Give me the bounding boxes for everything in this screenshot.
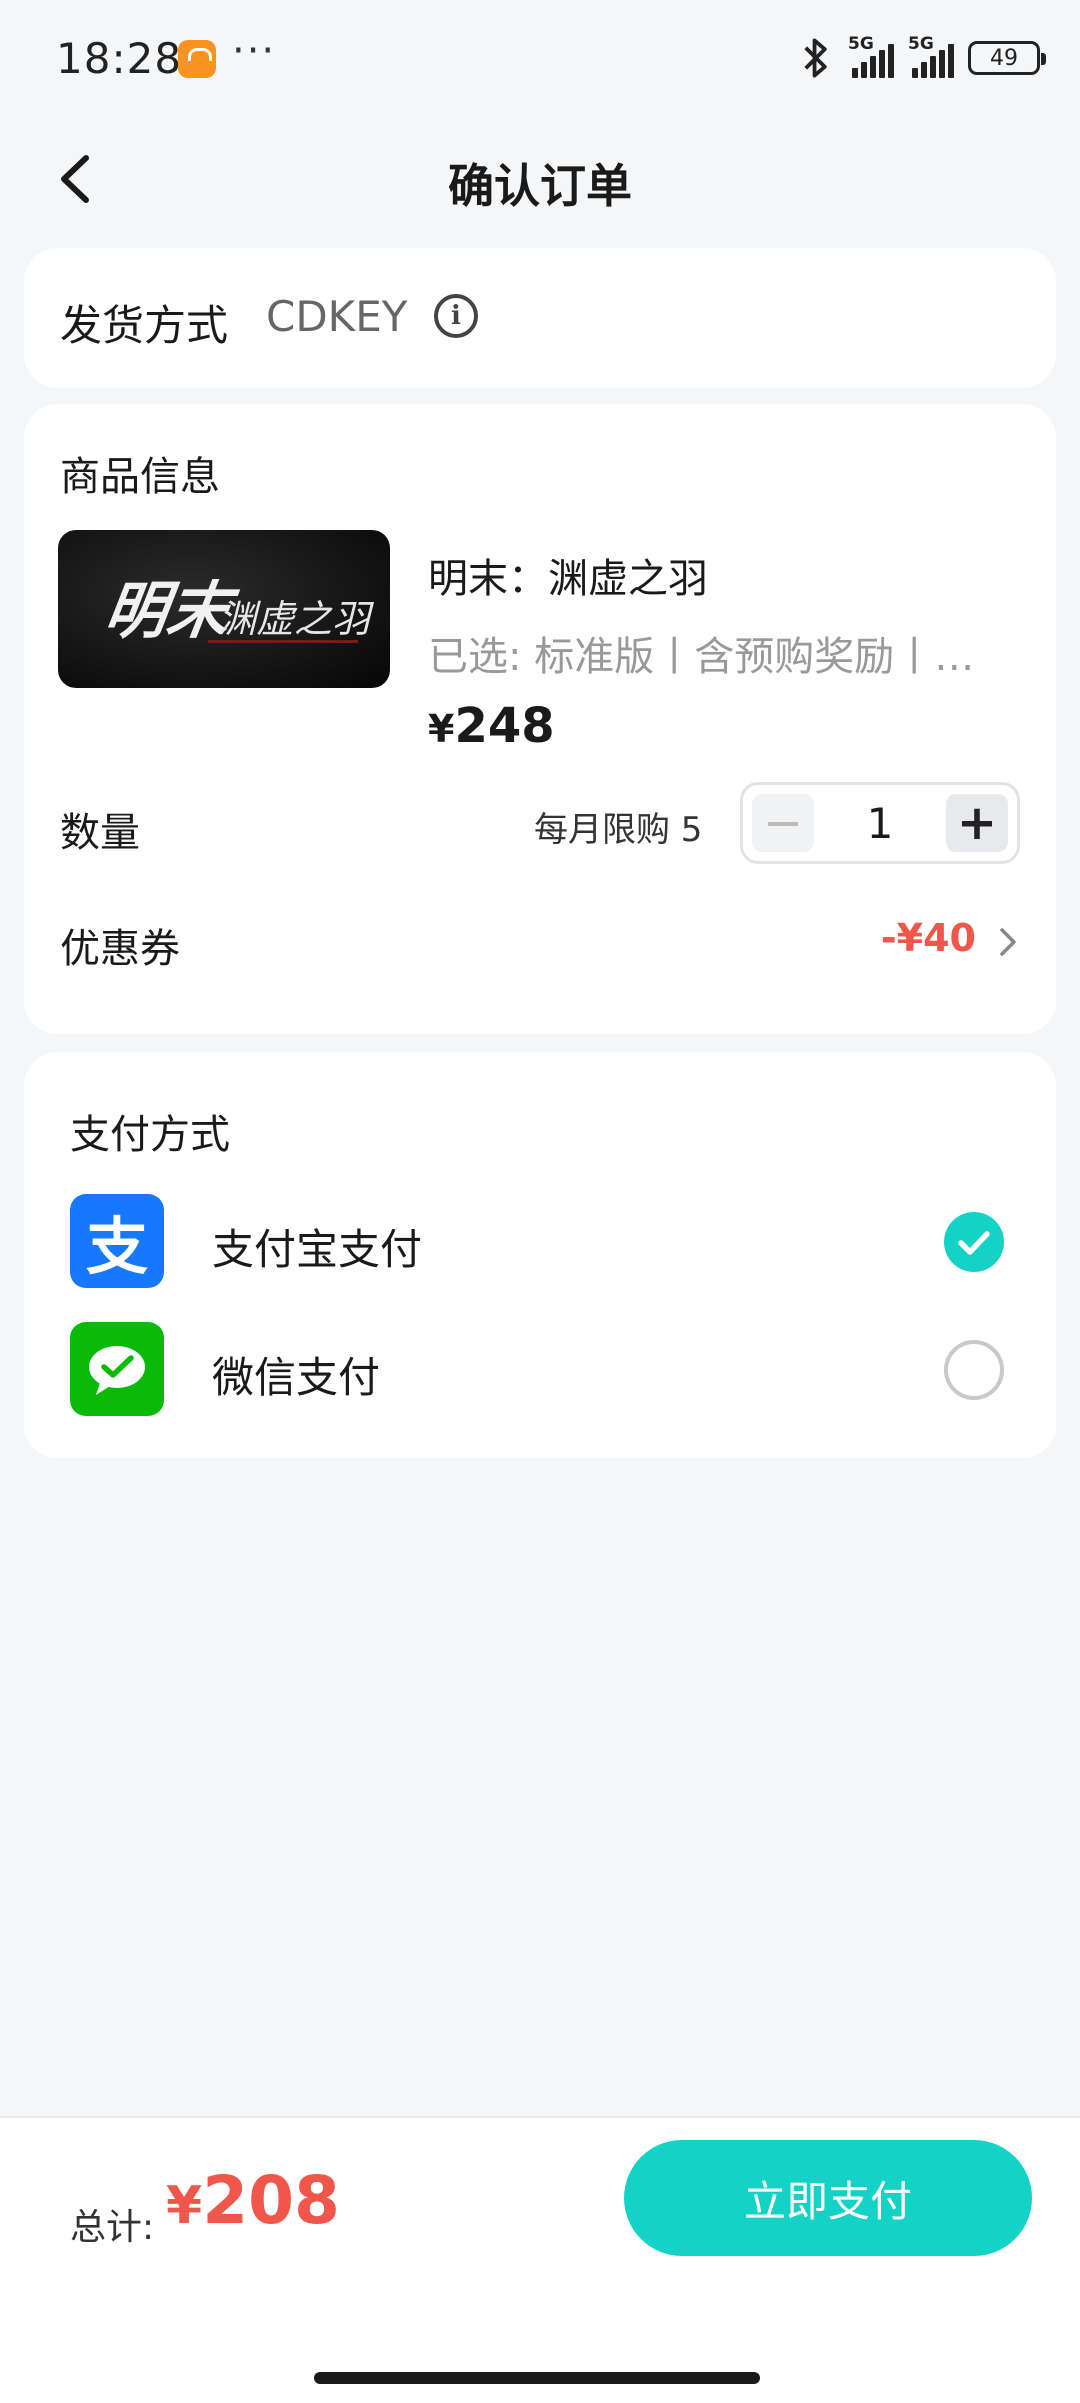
wechat-pay-icon (70, 1322, 164, 1416)
payment-option-label: 微信支付 (212, 1353, 381, 1402)
shipping-value: CDKEY (266, 292, 408, 341)
chevron-right-icon[interactable] (996, 924, 1020, 960)
cover-title-sub: 渊虚之羽 (218, 597, 371, 641)
home-indicator[interactable] (314, 2372, 760, 2384)
coupon-label: 优惠券 (60, 926, 180, 972)
payment-option-wechat[interactable]: 微信支付 (70, 1322, 1030, 1418)
product-cover-image: 明末 渊虚之羽 (58, 530, 390, 688)
unselected-radio-icon[interactable] (944, 1340, 1004, 1400)
product-section-title: 商品信息 (60, 454, 220, 500)
more-notifications-icon: ··· (232, 28, 277, 74)
product-price: ¥248 (428, 698, 555, 754)
bluetooth-icon (804, 38, 827, 78)
payment-option-alipay[interactable]: 支 支付宝支付 (70, 1194, 1030, 1290)
shipping-card: 发货方式 CDKEY i (24, 248, 1056, 388)
battery-level: 49 (990, 45, 1018, 71)
product-name: 明末：渊虚之羽 (428, 556, 708, 602)
increase-quantity-button[interactable]: + (946, 794, 1008, 852)
selected-check-icon[interactable] (944, 1212, 1004, 1272)
payment-card: 支付方式 支 支付宝支付 微信支付 (24, 1052, 1056, 1458)
battery-icon: 49 (968, 41, 1046, 75)
total-amount: ¥208 (166, 2162, 340, 2239)
shopping-app-icon (178, 40, 216, 78)
payment-option-label: 支付宝支付 (212, 1225, 423, 1274)
product-card: 商品信息 明末 渊虚之羽 明末：渊虚之羽 已选: 标准版丨含预购奖励丨… ¥24… (24, 404, 1056, 1034)
nav-bar: 确认订单 (0, 130, 1080, 226)
signal-icon: 5G (848, 34, 894, 78)
quantity-label: 数量 (60, 810, 140, 856)
quantity-stepper: − 1 + (740, 782, 1020, 864)
alipay-icon: 支 (70, 1194, 164, 1288)
total-label: 总计: (70, 2207, 155, 2248)
info-icon[interactable]: i (434, 294, 478, 338)
purchase-limit-text: 每月限购 5 (534, 810, 703, 850)
cover-title-main: 明末 (100, 574, 235, 647)
status-time: 18:28 (56, 34, 183, 83)
checkout-bar: 总计: ¥208 立即支付 (0, 2116, 1080, 2403)
status-icons: 5G 5G 49 (798, 34, 1046, 82)
coupon-value[interactable]: -¥40 (881, 916, 976, 960)
signal-icon-2: 5G (908, 34, 954, 78)
payment-section-title: 支付方式 (70, 1112, 230, 1158)
shipping-label: 发货方式 (60, 301, 229, 350)
pay-now-button[interactable]: 立即支付 (624, 2140, 1032, 2256)
product-spec[interactable]: 已选: 标准版丨含预购奖励丨… (428, 624, 1018, 682)
status-bar: 18:28 ··· 5G 5G 49 (0, 0, 1080, 120)
page-title: 确认订单 (448, 159, 632, 213)
